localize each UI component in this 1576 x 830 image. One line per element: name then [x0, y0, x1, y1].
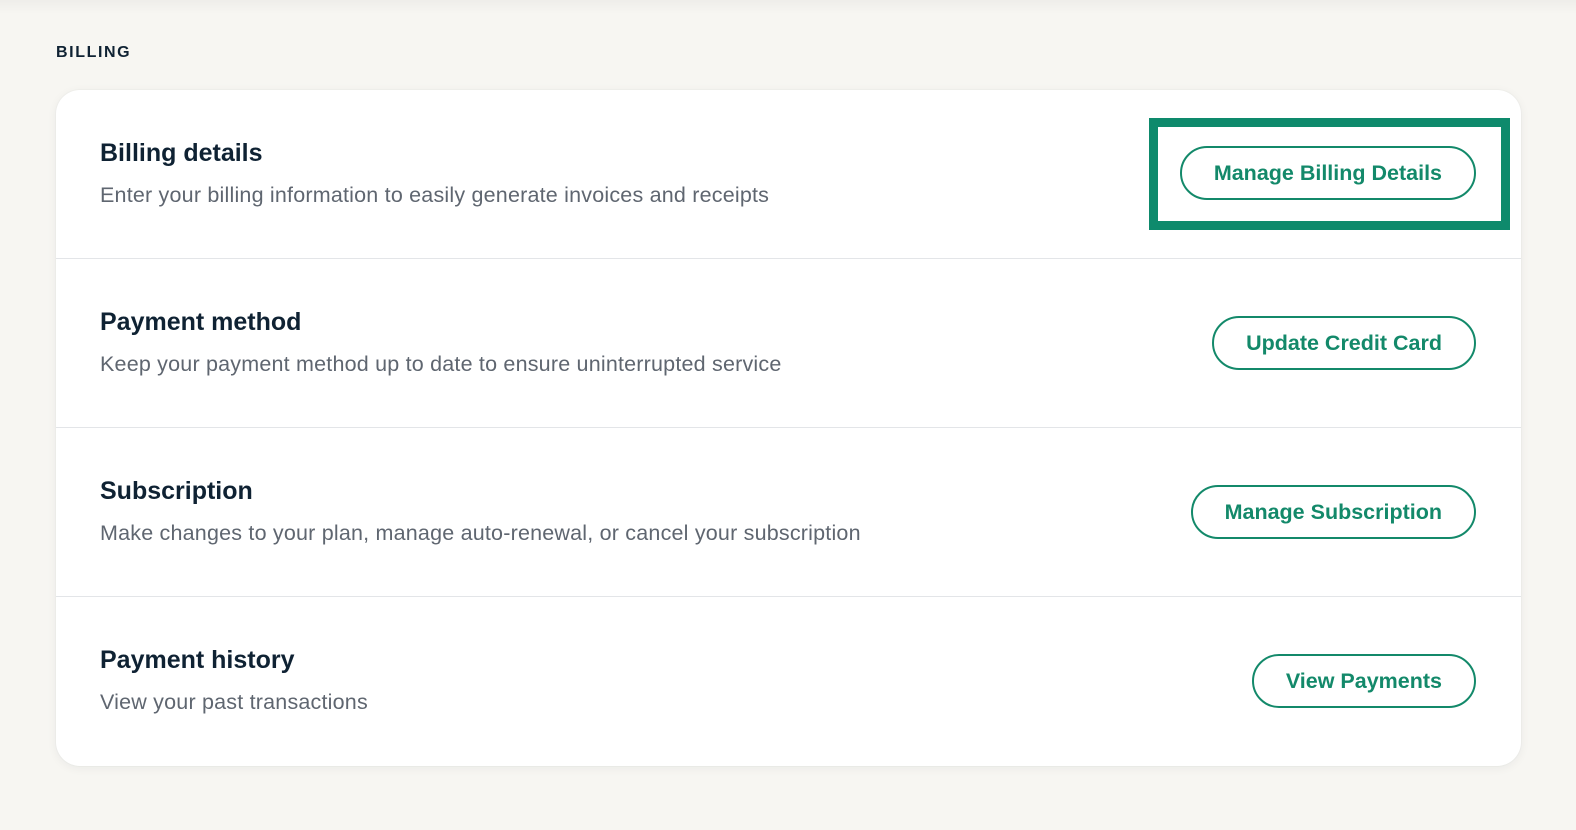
- row-subscription: Subscription Make changes to your plan, …: [56, 428, 1521, 597]
- row-payment-method: Payment method Keep your payment method …: [56, 259, 1521, 428]
- manage-billing-details-button[interactable]: Manage Billing Details: [1179, 146, 1476, 200]
- billing-card: Billing details Enter your billing infor…: [56, 90, 1521, 766]
- top-edge-shadow: [0, 0, 1576, 14]
- row-description: Make changes to your plan, manage auto-r…: [100, 521, 861, 545]
- row-description: View your past transactions: [100, 690, 368, 714]
- row-description: Enter your billing information to easily…: [100, 183, 770, 207]
- row-title: Payment history: [100, 646, 295, 674]
- section-label-billing: BILLING: [56, 44, 132, 61]
- row-payment-history: Payment history View your past transacti…: [56, 597, 1521, 766]
- row-description: Keep your payment method up to date to e…: [100, 352, 782, 376]
- row-billing-details: Billing details Enter your billing infor…: [56, 90, 1521, 259]
- row-title: Billing details: [100, 139, 263, 167]
- row-title: Subscription: [100, 477, 253, 505]
- update-credit-card-button[interactable]: Update Credit Card: [1212, 316, 1476, 370]
- view-payments-button[interactable]: View Payments: [1251, 654, 1476, 708]
- row-title: Payment method: [100, 308, 302, 336]
- manage-subscription-button[interactable]: Manage Subscription: [1190, 485, 1476, 539]
